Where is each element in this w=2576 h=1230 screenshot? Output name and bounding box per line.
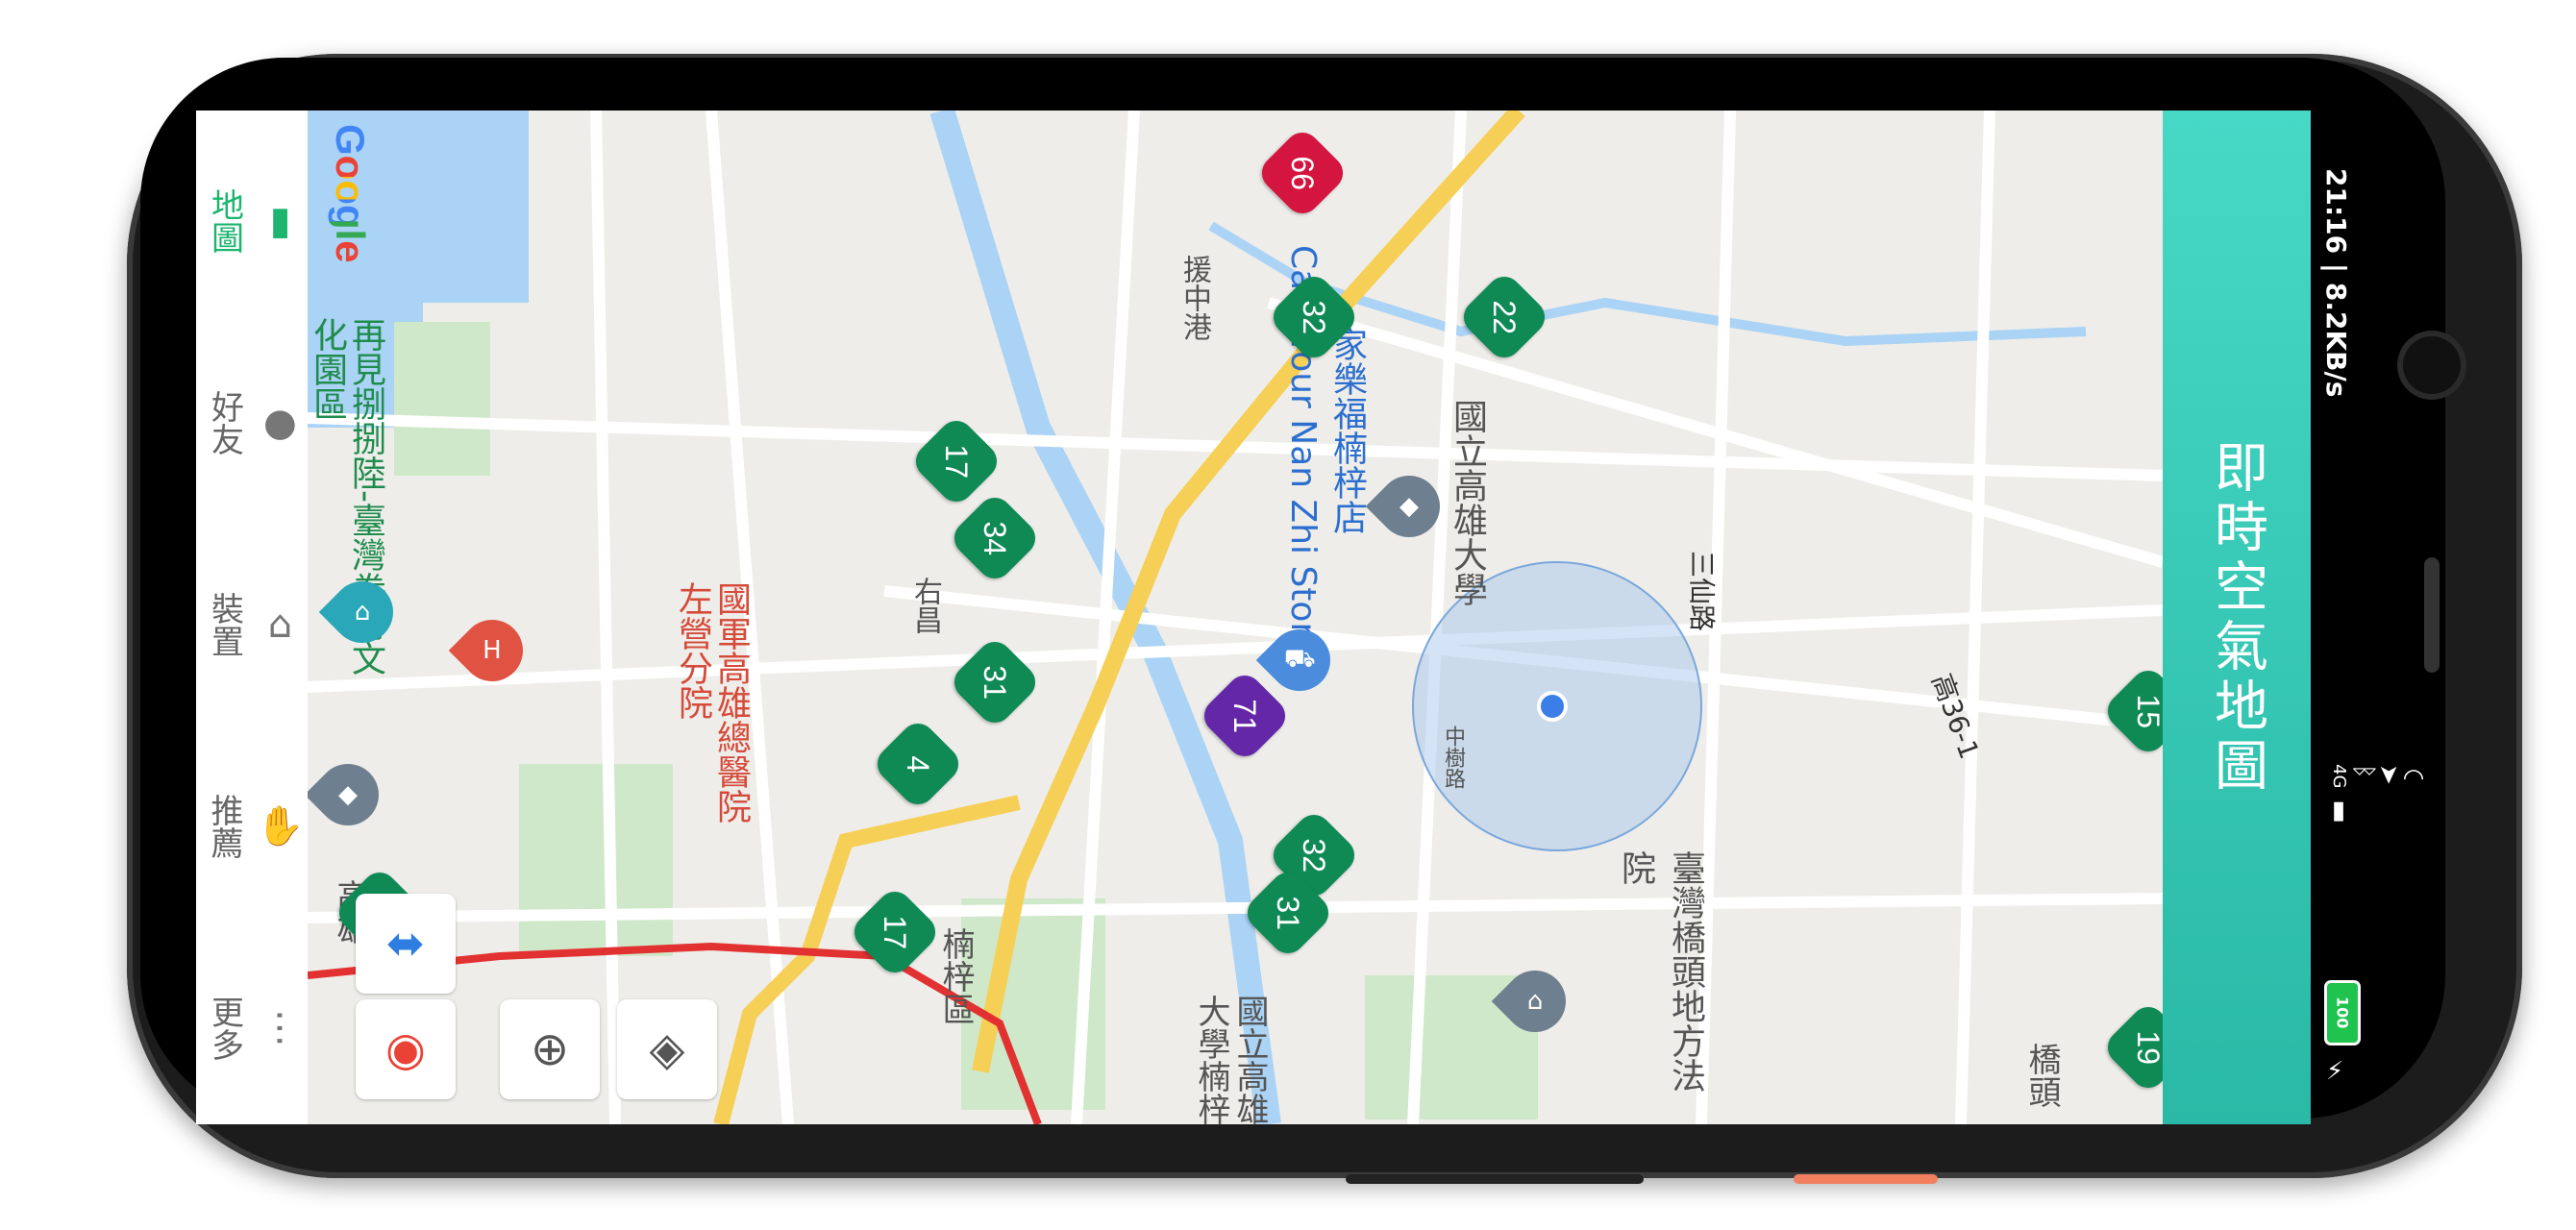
nav-item-label: 好友 [205,390,244,455]
univ2-label: 國立高雄大學楠梓 [1192,995,1269,1124]
court-label: 臺灣橋頭地方法院 [1616,850,1705,1093]
nav-item-label: 更多 [205,996,244,1061]
screen: Google 再見捌捌陸-臺灣眷村文化園區 國軍高雄總醫院左營分院 家樂福楠梓店… [196,111,2311,1124]
map-canvas[interactable] [308,111,2163,1124]
my-location-button[interactable]: ⊕ [500,999,600,1099]
google-maps-button[interactable]: ◉ [356,999,456,1099]
nav-item-label: 裝置 [205,592,244,657]
nav-item-label: 推薦 [205,794,243,859]
network-type: 4G [2329,764,2349,789]
university-label: 國立高雄大學 [1448,399,1487,606]
road-zhongshu-label: 中樹路 [1441,726,1465,789]
nav-item-label: 地圖 [205,188,244,254]
nav-item-recommend[interactable]: 推薦 ✋ [196,716,308,937]
map-icon: ▮ [258,199,303,243]
nav-item-map[interactable]: 地圖 ▮ [196,111,308,332]
layers-icon: ◈ [649,1022,685,1076]
google-logo: Google [328,124,373,263]
bottom-navigation: 地圖 ▮ 好友 ● 裝置 ⌂ 推薦 ✋ 更多 ⋯ [196,111,308,1124]
app-title: 即時空氣地圖 [2205,438,2268,797]
earpiece-speaker [2424,557,2440,673]
nav-item-device[interactable]: 裝置 ⌂ [196,514,308,735]
wifi-icon: ◠ [2399,764,2428,793]
nav-item-friends[interactable]: 好友 ● [196,312,308,533]
road-sanxian-label: 三仙路 [1686,550,1719,632]
layers-button[interactable]: ◈ [617,999,717,1099]
status-icons: ◠ ➤ ᛒ 4G ▮ [2324,764,2428,825]
nav-item-more[interactable]: 更多 ⋯ [196,918,308,1124]
signal-icon: ▮ [2324,796,2353,825]
location-icon: ➤ [2374,764,2403,785]
road-yuanzhonggang-label: 援中港 [1177,255,1211,341]
status-bar: 21:16 | 8.2KB/s ◠ ➤ ᛒ 4G ▮ 100 ⚡ [2313,111,2428,1124]
district-label: 楠梓區 [936,927,975,1025]
phone-side-button [1346,1174,1644,1184]
charging-icon: ⚡ [2326,1057,2344,1086]
map-view[interactable]: Google 再見捌捌陸-臺灣眷村文化園區 國軍高雄總醫院左營分院 家樂福楠梓店… [304,111,2196,1124]
camera-icon [2403,336,2461,394]
road-youchang-label: 右昌 [908,577,942,634]
my-location-icon: ⊕ [530,1022,570,1076]
directions-icon: ⬌ [385,917,426,971]
directions-button[interactable]: ⬌ [356,894,456,994]
road-qiaotou-label: 橋頭 [2022,1043,2061,1108]
device-icon: ⌂ [258,603,303,647]
battery-icon: 100 [2324,980,2361,1046]
phone-side-button-2 [1794,1174,1938,1184]
friends-icon: ● [258,401,303,445]
store-label: 家樂福楠梓店 [1327,327,1367,534]
hospital-label: 國軍高雄總醫院左營分院 [673,581,751,824]
status-time: 21:16 | 8.2KB/s [2320,168,2352,398]
more-icon: ⋯ [258,1009,303,1047]
bluetooth-icon: ᛒ [2349,764,2378,779]
thumbs-up-icon: ✋ [258,802,302,850]
google-maps-icon: ◉ [385,1022,426,1076]
